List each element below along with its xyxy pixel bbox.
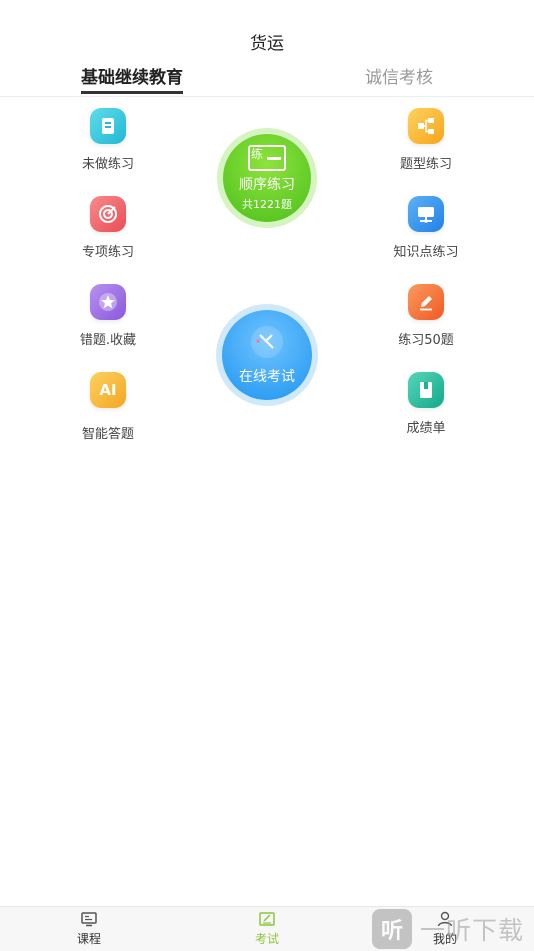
report-icon xyxy=(408,372,444,408)
unpracticed-label: 未做练习 xyxy=(81,157,134,172)
knowledge-point-practice-button[interactable]: 知识点练习 xyxy=(371,196,481,260)
sequential-practice-label: 顺序练习 xyxy=(239,176,295,193)
monitor-icon xyxy=(408,196,444,232)
tab-integrity-assessment[interactable]: 诚信考核 xyxy=(365,66,433,94)
practice-card-icon: 练 xyxy=(248,144,286,171)
question-type-practice-label: 题型练习 xyxy=(399,157,452,172)
smart-answer-label: 智能答题 xyxy=(81,427,134,442)
target-icon xyxy=(90,196,126,232)
smart-answer-button[interactable]: AI 智能答题 xyxy=(53,372,163,442)
practice-50-button[interactable]: 练习50题 xyxy=(371,284,481,348)
tab-course[interactable]: 课程 xyxy=(49,907,129,951)
special-practice-button[interactable]: 专项练习 xyxy=(53,196,163,260)
practice-card-glyph: 练 xyxy=(251,146,264,161)
transcript-label: 成绩单 xyxy=(406,421,446,436)
app-header: 货运 xyxy=(0,0,534,62)
category-tabs: 基础继续教育 诚信考核 xyxy=(0,62,534,97)
page-title: 货运 xyxy=(250,34,284,54)
special-practice-label: 专项练习 xyxy=(81,245,134,260)
transcript-button[interactable]: 成绩单 xyxy=(371,372,481,436)
star-icon xyxy=(90,284,126,320)
online-exam-button[interactable]: 在线考试 xyxy=(216,304,318,406)
download-watermark: 听 一听下载 xyxy=(372,907,534,950)
online-exam-circle: 在线考试 xyxy=(222,310,312,400)
question-type-practice-button[interactable]: 题型练习 xyxy=(371,108,481,172)
tab-exam-label: 考试 xyxy=(254,932,279,946)
course-icon xyxy=(81,912,97,927)
ai-icon: AI xyxy=(90,372,126,408)
exam-clock-icon xyxy=(251,326,283,358)
mistakes-favorites-button[interactable]: 错题.收藏 xyxy=(53,284,163,348)
knowledge-point-practice-label: 知识点练习 xyxy=(393,245,459,260)
pencil-icon xyxy=(408,284,444,320)
sequential-practice-count: 共1221题 xyxy=(242,197,292,211)
hierarchy-icon xyxy=(408,108,444,144)
practice-50-label: 练习50题 xyxy=(398,333,454,348)
notebook-icon xyxy=(90,108,126,144)
tab-basic-education[interactable]: 基础继续教育 xyxy=(81,66,183,94)
exam-icon xyxy=(259,912,275,926)
card-line xyxy=(267,156,281,160)
tab-course-label: 课程 xyxy=(76,932,101,946)
tab-exam[interactable]: 考试 xyxy=(227,907,307,951)
watermark-text: 一听下载 xyxy=(420,915,525,945)
online-exam-label: 在线考试 xyxy=(239,369,295,385)
sequential-practice-button[interactable]: 练 顺序练习 共1221题 xyxy=(217,128,317,228)
mistakes-favorites-label: 错题.收藏 xyxy=(79,333,137,348)
sequential-practice-circle: 练 顺序练习 共1221题 xyxy=(223,134,311,222)
unpracticed-button[interactable]: 未做练习 xyxy=(53,108,163,172)
watermark-logo: 听 xyxy=(372,908,412,949)
